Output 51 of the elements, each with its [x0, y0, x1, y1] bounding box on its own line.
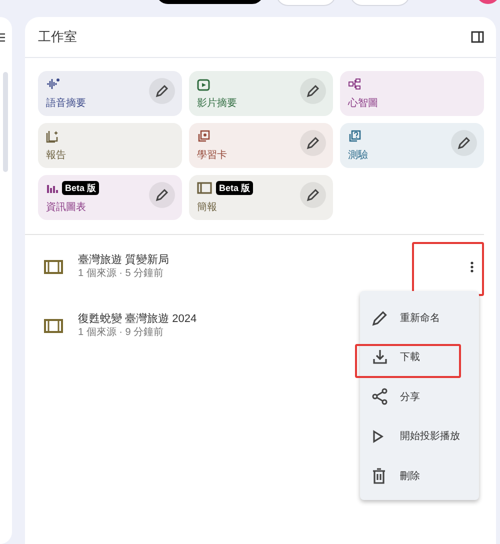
pencil-icon — [306, 188, 320, 202]
artifact-title[interactable]: 復甦蛻變 臺灣旅遊 2024 — [78, 312, 197, 327]
panel-toggle-icon[interactable] — [471, 31, 484, 43]
mind-map-icon — [348, 78, 361, 90]
edit-button[interactable] — [149, 182, 175, 208]
scrollbar-thumb[interactable] — [3, 72, 8, 172]
edit-button[interactable] — [300, 78, 326, 104]
pencil-icon — [372, 310, 388, 326]
studio-tile[interactable]: 報告 — [38, 123, 182, 168]
pencil-icon — [457, 136, 471, 150]
artifact-meta: 1 個來源 · 5 分鐘前 — [78, 268, 165, 280]
beta-badge: Beta 版 — [62, 181, 100, 195]
menu-icon[interactable] — [0, 33, 5, 42]
studio-tile[interactable]: 影片摘要 — [189, 71, 333, 116]
play-icon — [372, 430, 384, 443]
pencil-icon — [155, 188, 169, 202]
edit-button[interactable] — [300, 182, 326, 208]
cards-icon — [197, 130, 210, 142]
edit-button[interactable] — [149, 78, 175, 104]
studio-tile[interactable]: 心智圖 — [340, 71, 484, 116]
artifact-meta: 1 個來源 · 9 分鐘前 — [78, 327, 165, 339]
menu-item[interactable]: 刪除 — [360, 456, 479, 496]
menu-item[interactable]: 開始投影播放 — [360, 416, 479, 456]
menu-item[interactable]: 分享 — [360, 377, 479, 416]
share-icon — [372, 388, 388, 406]
slides-icon — [44, 318, 63, 332]
artifact-title[interactable]: 臺灣旅遊 質變新局 — [78, 253, 170, 268]
studio-tile[interactable]: 學習卡 — [189, 123, 333, 168]
bar-chart-icon — [46, 182, 58, 194]
slides-icon — [44, 260, 63, 274]
panel-title: 工作室 — [38, 28, 77, 46]
studio-tile[interactable]: Beta 版 簡報 — [189, 175, 333, 220]
studio-tile[interactable]: Beta 版 資訊圖表 — [38, 175, 182, 220]
menu-item[interactable]: 下載 — [360, 338, 479, 377]
report-icon — [46, 130, 59, 142]
video-icon — [197, 78, 210, 90]
beta-badge: Beta 版 — [216, 181, 254, 195]
edit-button[interactable] — [300, 130, 326, 156]
studio-tile[interactable]: 測驗 — [340, 123, 484, 168]
menu-item[interactable]: 重新命名 — [360, 298, 479, 338]
pencil-icon — [306, 84, 320, 98]
trash-icon — [372, 468, 386, 484]
edit-button[interactable] — [451, 130, 477, 156]
more-icon — [470, 260, 474, 272]
pencil-icon — [155, 84, 169, 98]
quiz-icon — [348, 130, 361, 142]
pencil-icon — [306, 136, 320, 150]
slides-icon — [197, 182, 212, 194]
audio-wave-icon — [46, 78, 60, 90]
studio-tile[interactable]: 語音摘要 — [38, 71, 182, 116]
download-icon — [372, 349, 388, 366]
